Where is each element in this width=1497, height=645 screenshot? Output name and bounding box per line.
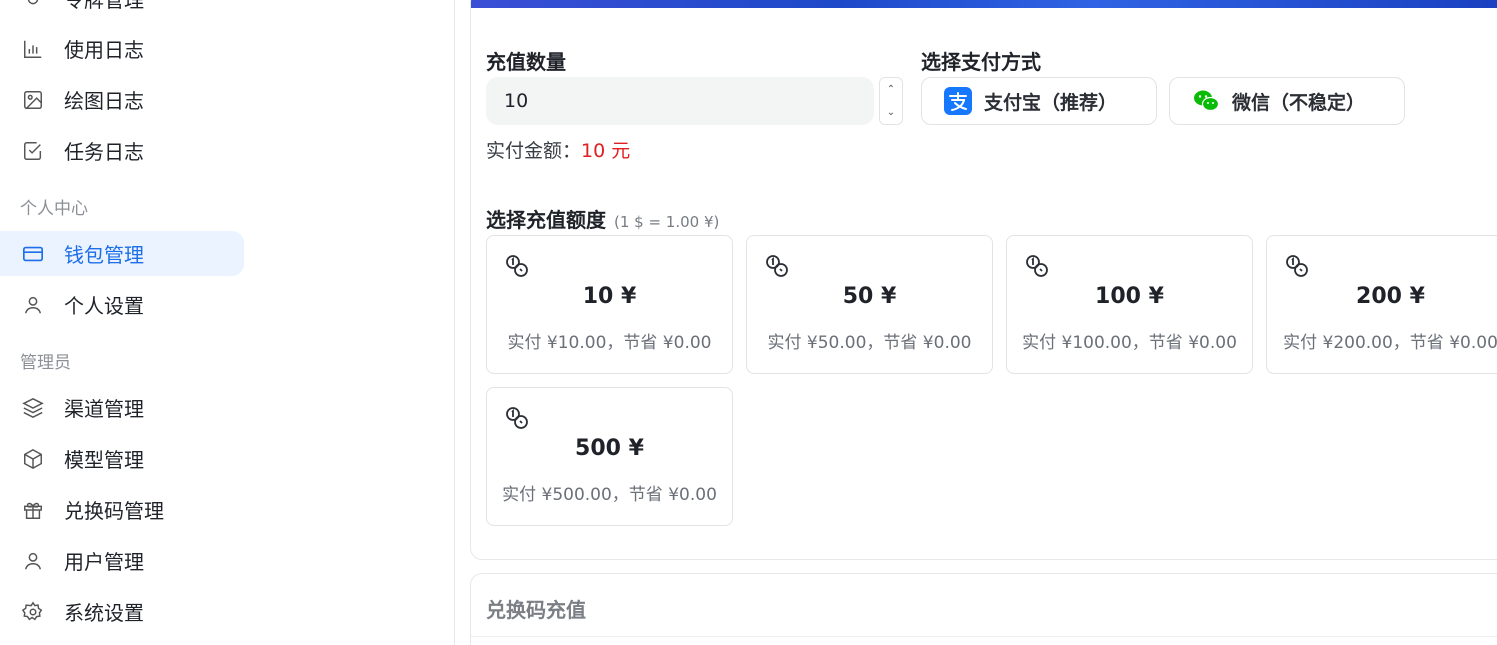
gear-icon xyxy=(20,599,46,625)
wechat-pay-button[interactable]: 微信（不稳定） xyxy=(1169,77,1405,125)
amount-detail: 实付 ¥100.00，节省 ¥0.00 xyxy=(1022,333,1237,353)
checkbox-icon xyxy=(20,138,46,164)
amount-detail: 实付 ¥10.00，节省 ¥0.00 xyxy=(507,333,712,353)
sidebar-item-personal-settings[interactable]: 个人设置 xyxy=(0,282,244,327)
quantity-stepper[interactable]: ⌃ ⌄ xyxy=(879,77,903,125)
actual-payment-row: 实付金额：10 元 xyxy=(486,136,630,163)
sidebar-item-token-management[interactable]: 令牌管理 xyxy=(0,0,244,21)
amount-card[interactable]: 200 ¥ 实付 ¥200.00，节省 ¥0.00 xyxy=(1266,235,1497,374)
amount-value: 50 ¥ xyxy=(842,284,897,309)
sidebar-item-label: 系统设置 xyxy=(64,601,144,625)
coins-icon xyxy=(1286,255,1308,277)
sidebar-item-label: 任务日志 xyxy=(64,140,144,164)
quantity-heading: 充值数量 xyxy=(486,50,566,74)
gift-icon xyxy=(20,497,46,523)
amount-heading-label: 选择充值额度 xyxy=(486,208,606,232)
sidebar-item-label: 用户管理 xyxy=(64,550,144,574)
coins-icon xyxy=(506,255,528,277)
sidebar-item-label: 模型管理 xyxy=(64,448,144,472)
key-icon xyxy=(20,0,46,12)
amount-card[interactable]: 500 ¥ 实付 ¥500.00，节省 ¥0.00 xyxy=(486,387,733,526)
amount-value: 500 ¥ xyxy=(575,436,644,461)
sidebar-item-label: 兑换码管理 xyxy=(64,499,164,523)
amount-value: 100 ¥ xyxy=(1095,284,1164,309)
amount-card[interactable]: 100 ¥ 实付 ¥100.00，节省 ¥0.00 xyxy=(1006,235,1253,374)
sidebar-item-label: 使用日志 xyxy=(64,38,144,62)
coins-icon xyxy=(1026,255,1048,277)
actual-payment-amount: 10 元 xyxy=(581,140,631,162)
sidebar-item-label: 钱包管理 xyxy=(64,243,144,267)
sidebar-item-label: 个人设置 xyxy=(64,294,144,318)
coins-icon xyxy=(506,407,528,429)
amount-detail: 实付 ¥500.00，节省 ¥0.00 xyxy=(502,485,717,505)
section-title-admin: 管理员 xyxy=(20,353,71,373)
alipay-button[interactable]: 支付宝（推荐） xyxy=(921,77,1157,125)
exchange-rate-note: (1 $ = 1.00 ¥) xyxy=(614,213,720,231)
wechat-label: 微信（不稳定） xyxy=(1232,91,1366,114)
sidebar-item-task-log[interactable]: 任务日志 xyxy=(0,128,244,173)
amount-card[interactable]: 10 ¥ 实付 ¥10.00，节省 ¥0.00 xyxy=(486,235,733,374)
section-title-personal: 个人中心 xyxy=(20,199,88,219)
wechat-icon xyxy=(1192,87,1220,115)
sidebar-item-system-settings[interactable]: 系统设置 xyxy=(0,589,244,634)
amount-value: 200 ¥ xyxy=(1356,284,1425,309)
quantity-input[interactable] xyxy=(486,77,874,125)
sidebar-item-redeem-codes[interactable]: 兑换码管理 xyxy=(0,487,244,532)
payment-method-heading: 选择支付方式 xyxy=(921,50,1041,74)
user-icon xyxy=(20,292,46,318)
sidebar: 令牌管理 使用日志 绘图日志 任务日志 个人中心 钱包管理 个人设置 管理员 渠… xyxy=(0,0,455,645)
redeem-title: 兑换码充值 xyxy=(486,598,586,622)
sidebar-item-wallet[interactable]: 钱包管理 xyxy=(0,231,244,276)
sidebar-item-label: 绘图日志 xyxy=(64,89,144,113)
decrement-button[interactable]: ⌄ xyxy=(880,101,902,124)
image-icon xyxy=(20,87,46,113)
box-icon xyxy=(20,446,46,472)
redeem-panel: 兑换码充值 xyxy=(470,573,1497,645)
user-icon xyxy=(20,548,46,574)
increment-button[interactable]: ⌃ xyxy=(880,78,902,101)
banner-image xyxy=(471,0,1497,8)
sidebar-item-usage-log[interactable]: 使用日志 xyxy=(0,26,244,71)
coins-icon xyxy=(766,255,788,277)
wallet-icon xyxy=(20,241,46,267)
amount-value: 10 ¥ xyxy=(582,284,637,309)
actual-payment-label: 实付金额： xyxy=(486,140,582,162)
sidebar-item-drawing-log[interactable]: 绘图日志 xyxy=(0,77,244,122)
sidebar-item-label: 渠道管理 xyxy=(64,397,144,421)
alipay-label: 支付宝（推荐） xyxy=(984,91,1118,114)
amount-detail: 实付 ¥200.00，节省 ¥0.00 xyxy=(1283,333,1497,353)
amount-detail: 实付 ¥50.00，节省 ¥0.00 xyxy=(767,333,972,353)
sidebar-item-channels[interactable]: 渠道管理 xyxy=(0,385,244,430)
alipay-icon xyxy=(944,87,972,115)
sidebar-item-models[interactable]: 模型管理 xyxy=(0,436,244,481)
sidebar-item-users[interactable]: 用户管理 xyxy=(0,538,244,583)
amount-card[interactable]: 50 ¥ 实付 ¥50.00，节省 ¥0.00 xyxy=(746,235,993,374)
layers-icon xyxy=(20,395,46,421)
divider xyxy=(471,636,1497,637)
bar-chart-icon xyxy=(20,36,46,62)
sidebar-item-label: 令牌管理 xyxy=(64,0,144,12)
amount-heading: 选择充值额度 (1 $ = 1.00 ¥) xyxy=(486,204,719,233)
